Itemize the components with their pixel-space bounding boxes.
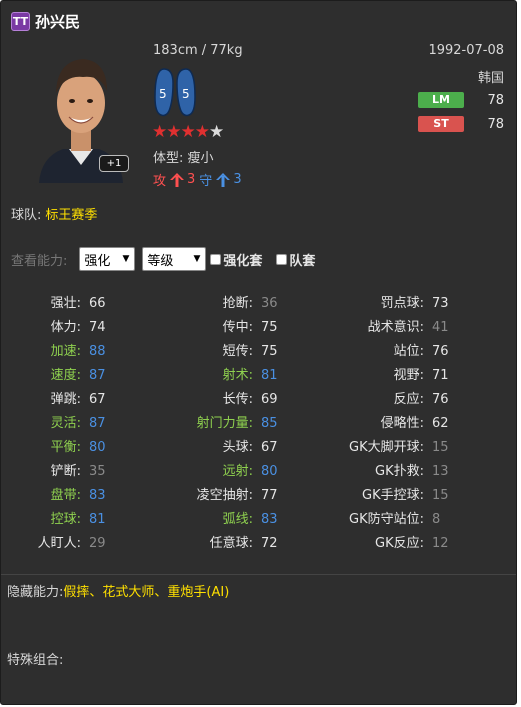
position-rating-lm: 78 xyxy=(487,92,504,108)
attribute-label: 战术意识: xyxy=(367,320,424,335)
body-type: 体型: 瘦小 xyxy=(153,151,214,166)
star-empty-icon: ★ xyxy=(209,122,224,142)
section-divider xyxy=(1,574,516,575)
attribute-value: 41 xyxy=(432,320,449,335)
boost-badge: +1 xyxy=(99,155,129,172)
card-header: TT 孙兴民 xyxy=(11,11,80,31)
attribute-value: 76 xyxy=(432,392,449,407)
player-name: 孙兴民 xyxy=(35,12,81,31)
season-badge: TT xyxy=(11,11,30,31)
attack-workrate-label: 攻 xyxy=(153,174,167,189)
enhance-select-value: 强化 xyxy=(84,253,111,269)
player-card: TT 孙兴民 +1 183cm / 77kg 1992-07-08 韩国 5 5… xyxy=(0,0,517,705)
view-ability-row: 查看能力: 强化 ▼ 等级 ▼ 强化套 队套 xyxy=(11,246,315,272)
attribute-value: 62 xyxy=(432,416,449,431)
weak-foot-indicator: 5 5 xyxy=(153,67,199,119)
level-select-value: 等级 xyxy=(147,253,174,269)
attribute-value: 76 xyxy=(432,344,449,359)
attribute-label: GK扑救: xyxy=(375,464,424,479)
arrow-up-icon xyxy=(216,172,231,187)
hidden-traits-value: 假摔、花式大师、重炮手(AI) xyxy=(63,585,230,600)
special-combo-label: 特殊组合: xyxy=(7,653,64,668)
height-weight: 183cm / 77kg xyxy=(153,43,243,58)
left-foot-value: 5 xyxy=(159,87,167,101)
attribute-value: 73 xyxy=(432,296,449,311)
attribute-value: 15 xyxy=(432,488,449,503)
attribute-value: 8 xyxy=(432,512,441,527)
position-rating-st: 78 xyxy=(487,116,504,132)
level-select[interactable]: 等级 ▼ xyxy=(142,247,207,271)
attribute-label: 罚点球: xyxy=(380,296,424,311)
team-row: 球队: 标王赛季 xyxy=(11,204,97,223)
attribute-value: 13 xyxy=(432,464,449,479)
position-row-lm: LM 78 xyxy=(418,92,504,108)
attribute-label: 视野: xyxy=(393,368,424,383)
work-rate: 攻 3 守 3 xyxy=(153,170,242,189)
chevron-down-icon: ▼ xyxy=(122,254,130,264)
attribute-label: 站位: xyxy=(393,344,424,359)
attribute-label: GK大脚开球: xyxy=(349,440,424,455)
attribute-value: 12 xyxy=(432,536,449,551)
enhance-set-checkbox[interactable]: 强化套 xyxy=(210,250,262,269)
attribute-value: 71 xyxy=(432,368,449,383)
right-foot-value: 5 xyxy=(182,87,190,101)
enhance-set-label: 强化套 xyxy=(223,253,263,269)
team-label: 球队: xyxy=(11,208,42,223)
position-badge-lm: LM xyxy=(418,92,464,108)
defense-workrate-value: 3 xyxy=(233,172,242,187)
arrow-up-icon xyxy=(170,172,185,187)
team-set-label: 队套 xyxy=(289,253,316,269)
position-row-st: ST 78 xyxy=(418,116,504,132)
defense-workrate-label: 守 xyxy=(199,174,213,189)
star-filled-icon: ★ xyxy=(194,122,210,142)
hidden-traits-label: 隐藏能力: xyxy=(7,585,64,600)
attribute-label: 侵略性: xyxy=(380,416,424,431)
chevron-down-icon: ▼ xyxy=(193,254,201,264)
attribute-label: 反应: xyxy=(393,392,424,407)
star-filled-icon: ★ xyxy=(180,122,196,142)
team-set-checkbox[interactable]: 队套 xyxy=(276,250,315,269)
view-ability-label: 查看能力: xyxy=(11,253,68,269)
nation: 韩国 xyxy=(477,71,504,86)
position-badge-st: ST xyxy=(418,116,464,132)
attribute-label: GK手控球: xyxy=(362,488,424,503)
attribute-value: 15 xyxy=(432,440,449,455)
checkbox-box[interactable] xyxy=(276,253,288,265)
team-value[interactable]: 标王赛季 xyxy=(45,208,97,223)
enhance-select[interactable]: 强化 ▼ xyxy=(79,247,136,271)
attribute-label: GK反应: xyxy=(375,536,424,551)
special-combo-row: 特殊组合: xyxy=(7,649,63,668)
birthdate: 1992-07-08 xyxy=(428,43,504,58)
star-filled-icon: ★ xyxy=(152,122,167,142)
hidden-traits-row: 隐藏能力:假摔、花式大师、重炮手(AI) xyxy=(7,581,229,600)
star-filled-icon: ★ xyxy=(166,122,181,142)
checkbox-box[interactable] xyxy=(210,253,222,265)
attribute-label: GK防守站位: xyxy=(349,512,424,527)
attack-workrate-value: 3 xyxy=(187,172,196,187)
star-rating: ★★★★★ xyxy=(152,122,224,142)
